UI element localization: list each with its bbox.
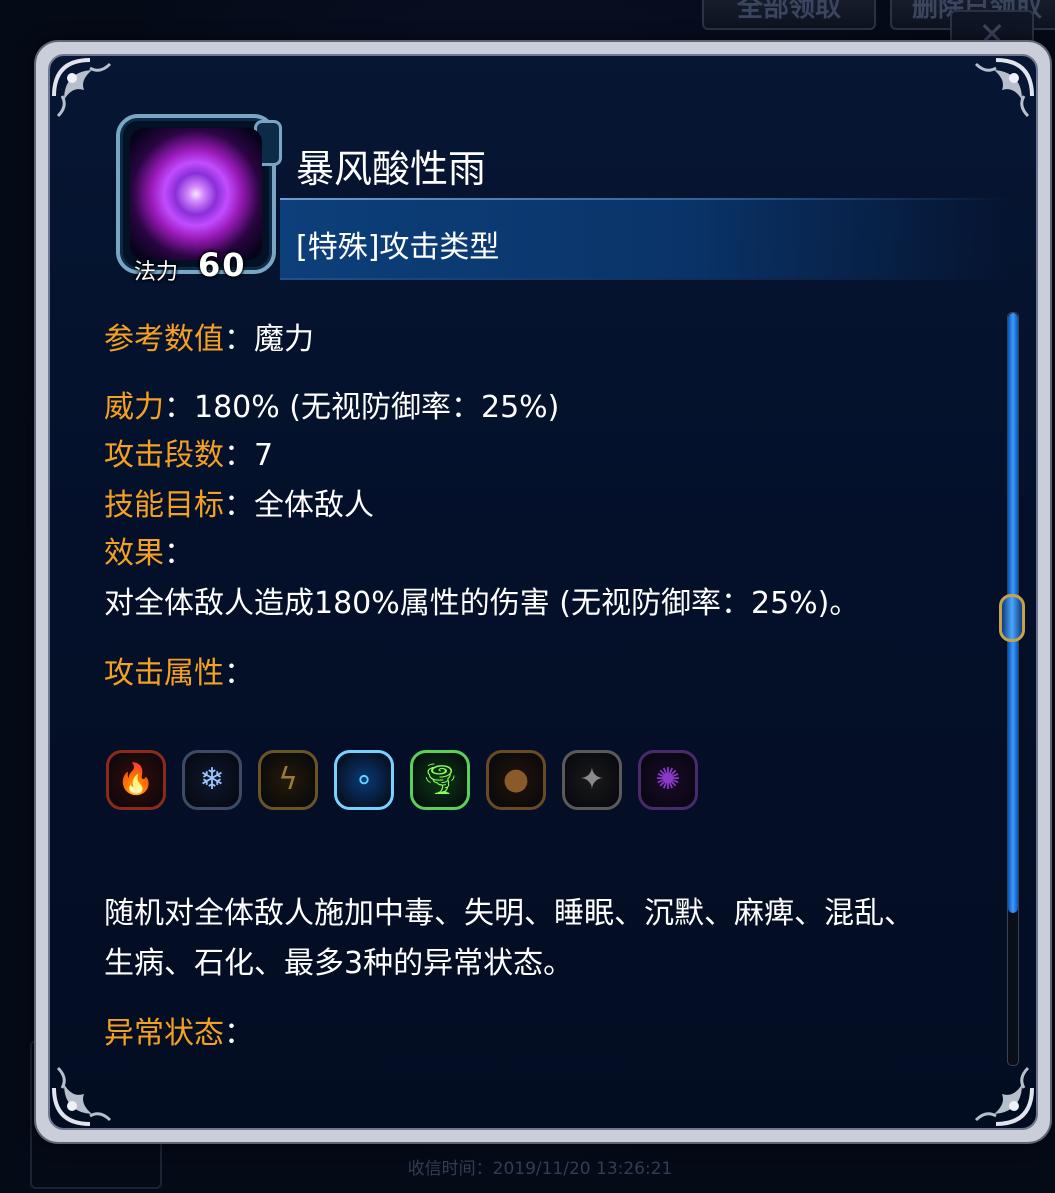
- power-label: 威力: [104, 390, 164, 425]
- skill-name: 暴风酸性雨: [296, 147, 487, 191]
- status-effect-label: 异常状态: [104, 1016, 224, 1051]
- skill-type: [特殊]攻击类型: [296, 230, 500, 265]
- water-attribute-icon: ∘: [334, 750, 394, 810]
- effect-description: 对全体敌人造成180%属性的伤害 (无视防御率：25%)。: [104, 586, 860, 621]
- status-effect-colon: ：: [224, 1016, 254, 1051]
- hits-line: 攻击段数：7: [104, 430, 273, 474]
- ice-attribute-icon: ❄: [182, 750, 242, 810]
- skill-icon-frame: [116, 114, 282, 274]
- earth-attribute-icon: ●: [486, 750, 546, 810]
- scrollbar-track[interactable]: [1007, 312, 1019, 1066]
- reference-stat-line: 参考数值：魔力: [104, 314, 314, 358]
- wind-attribute-icon: 🌪: [410, 750, 470, 810]
- divider: [280, 198, 1010, 200]
- purple-vortex-icon: [130, 128, 262, 260]
- claim-all-button[interactable]: 全部领取: [702, 0, 876, 30]
- reference-stat-value: ：魔力: [224, 322, 314, 357]
- effect-colon: ：: [164, 536, 194, 571]
- status-description-line-1: 随机对全体敌人施加中毒、失明、睡眠、沉默、麻痺、混乱、: [104, 896, 914, 931]
- dark-attribute-icon: ✺: [638, 750, 698, 810]
- divider: [280, 278, 1010, 280]
- skill-detail-popup: 法力 60 暴风酸性雨 [特殊]攻击类型 参考数值：魔力 威力：180% (无视…: [36, 42, 1050, 1142]
- effect-label: 效果: [104, 536, 164, 571]
- power-value: ：180% (无视防御率：25%): [164, 390, 560, 425]
- attack-attribute-line: 攻击属性：: [104, 648, 254, 692]
- game-screen: 全部领取 删除已领取 ✕ 收信时间：2019/11/20 13:26:21: [0, 0, 1055, 1193]
- light-attribute-icon: ✦: [562, 750, 622, 810]
- scrollbar-thumb[interactable]: [999, 594, 1025, 643]
- status-description-line-2: 生病、石化、最多3种的异常状态。: [104, 946, 574, 981]
- mana-label: 法力: [134, 260, 179, 285]
- mana-cost: 60: [198, 246, 247, 284]
- power-line: 威力：180% (无视防御率：25%): [104, 382, 559, 426]
- target-label: 技能目标: [104, 488, 224, 523]
- effect-line: 效果：: [104, 528, 194, 572]
- target-line: 技能目标：全体敌人: [104, 480, 374, 524]
- ornament-corner-icon: [974, 1066, 1034, 1126]
- attack-attribute-colon: ：: [224, 656, 254, 691]
- hits-label: 攻击段数: [104, 438, 224, 473]
- ornament-corner-icon: [974, 58, 1034, 118]
- hits-value: ：7: [224, 438, 274, 473]
- fire-attribute-icon: 🔥: [106, 750, 166, 810]
- target-value: ：全体敌人: [224, 488, 374, 523]
- ornament-corner-icon: [52, 1066, 112, 1126]
- status-effect-line: 异常状态：: [104, 1008, 254, 1052]
- attack-attribute-label: 攻击属性: [104, 656, 224, 691]
- popup-body: 法力 60 暴风酸性雨 [特殊]攻击类型 参考数值：魔力 威力：180% (无视…: [48, 54, 1038, 1130]
- reference-stat-label: 参考数值: [104, 322, 224, 357]
- receive-time: 收信时间：2019/11/20 13:26:21: [407, 1159, 673, 1179]
- thunder-attribute-icon: ϟ: [258, 750, 318, 810]
- attribute-icon-row: 🔥 ❄ ϟ ∘ 🌪 ● ✦ ✺: [106, 750, 698, 810]
